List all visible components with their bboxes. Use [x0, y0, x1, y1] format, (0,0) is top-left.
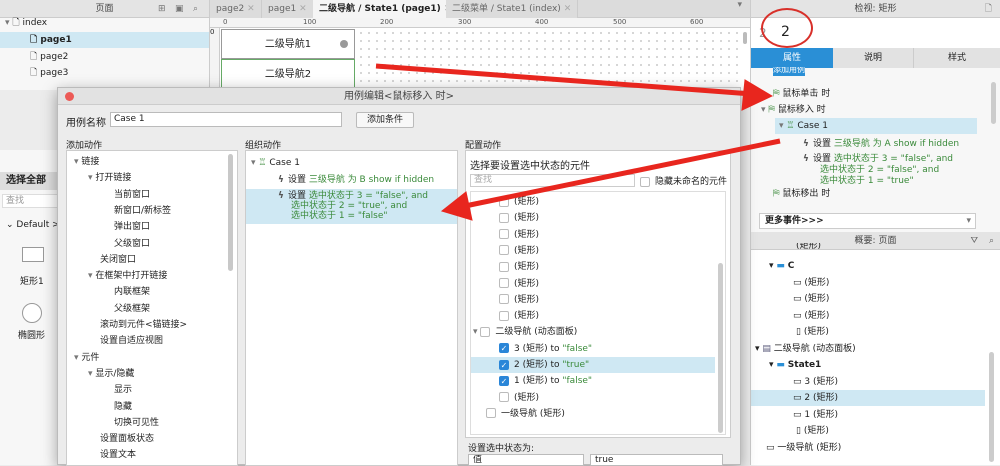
annotation-arrows: [375, 63, 781, 221]
annotation-arrow-line: [375, 63, 753, 97]
annotation-arrowhead: [440, 191, 473, 221]
annotation-arrow-line: [464, 138, 781, 209]
annotation-arrowhead: [741, 79, 774, 111]
